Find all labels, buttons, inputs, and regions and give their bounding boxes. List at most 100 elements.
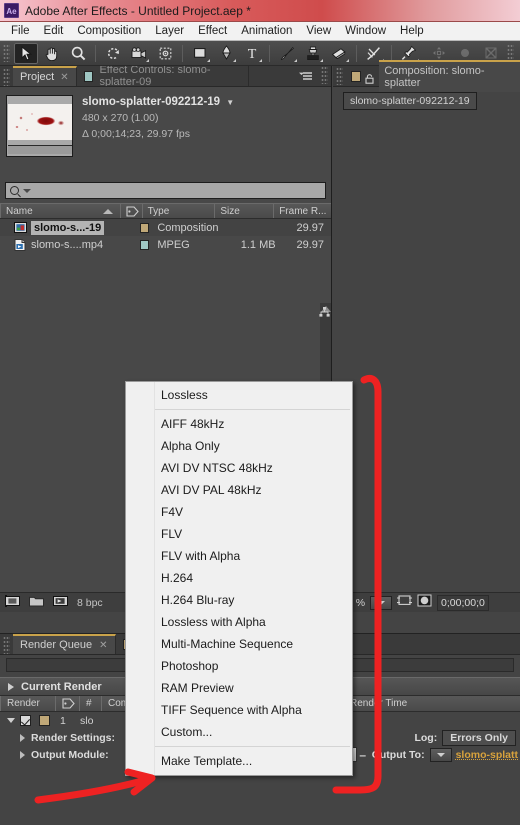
comp-flowchart-icon[interactable] (319, 305, 330, 317)
search-input[interactable] (5, 182, 326, 199)
column-name[interactable]: Name (0, 204, 120, 218)
menu-item-alpha-only[interactable]: Alpha Only (126, 435, 352, 457)
disclosure-triangle-icon[interactable] (8, 682, 14, 691)
output-module-template-menu[interactable]: Lossless AIFF 48kHz Alpha Only AVI DV NT… (125, 381, 353, 776)
chevron-down-icon[interactable]: ▼ (226, 98, 234, 107)
render-checkbox[interactable] (20, 715, 31, 726)
rotation-tool[interactable] (101, 43, 125, 64)
menu-separator (155, 746, 350, 747)
new-composition-icon[interactable] (5, 594, 20, 612)
output-to-path-link[interactable]: slomo-splatt (456, 749, 518, 761)
row-type: MPEG (157, 238, 190, 251)
column-render[interactable]: Render (0, 696, 55, 711)
menu-animation[interactable]: Animation (234, 23, 299, 39)
tool-expand-corner-icon (320, 58, 323, 62)
close-icon[interactable]: ✕ (60, 72, 68, 83)
panel-menu-icon[interactable] (297, 66, 318, 86)
toolbar-separator (95, 44, 96, 62)
tab-render-queue[interactable]: Render Queue ✕ (13, 634, 116, 654)
remove-output-module-button[interactable]: – (357, 747, 369, 762)
eraser-tool[interactable] (327, 43, 351, 64)
menu-item-f4v[interactable]: F4V (126, 501, 352, 523)
type-tool[interactable]: T (240, 43, 264, 64)
panel-grip-icon[interactable] (321, 66, 328, 84)
menu-item-tiff-sequence-with-alpha[interactable]: TIFF Sequence with Alpha (126, 699, 352, 721)
label-color-swatch[interactable] (139, 239, 150, 250)
column-type[interactable]: Type (141, 204, 215, 218)
window-title-bar: Ae Adobe After Effects - Untitled Projec… (0, 0, 520, 22)
selection-tool[interactable] (14, 42, 38, 64)
menu-item-ram-preview[interactable]: RAM Preview (126, 677, 352, 699)
camera-tool[interactable] (127, 43, 151, 64)
column-label-swatch[interactable] (119, 204, 142, 218)
column-frame-rate[interactable]: Frame R... (273, 204, 331, 218)
brush-tool[interactable] (275, 43, 299, 64)
column-index[interactable]: # (79, 696, 101, 711)
menu-help[interactable]: Help (393, 23, 431, 39)
zoom-tool[interactable] (66, 43, 90, 64)
composition-panel: Composition: slomo-splatter slomo-splatt… (333, 60, 520, 612)
menu-layer[interactable]: Layer (148, 23, 191, 39)
menu-item-lossless-with-alpha[interactable]: Lossless with Alpha (126, 611, 352, 633)
panel-grip-icon[interactable] (3, 44, 10, 62)
table-row[interactable]: slomo-s...-19 Composition 29.97 (0, 219, 331, 236)
toggle-mask-icon[interactable] (417, 594, 432, 612)
menu-item-lossless[interactable]: Lossless (126, 384, 352, 406)
panel-grip-icon[interactable] (3, 68, 10, 86)
column-label-swatch[interactable] (55, 696, 79, 711)
pan-behind-tool[interactable] (153, 43, 177, 64)
composition-name[interactable]: slomo-splatter-092212-19 (343, 92, 477, 110)
lock-icon[interactable] (365, 71, 374, 84)
menu-item-aiff-48khz[interactable]: AIFF 48kHz (126, 413, 352, 435)
menu-edit[interactable]: Edit (37, 23, 71, 39)
menu-bar: File Edit Composition Layer Effect Anima… (0, 22, 520, 41)
menu-effect[interactable]: Effect (191, 23, 234, 39)
column-render-time[interactable]: Render Time (343, 696, 520, 711)
row-frame-rate: 29.97 (296, 238, 324, 251)
table-row[interactable]: slomo-s....mp4 MPEG 1.1 MB 29.97 (0, 236, 331, 253)
menu-item-h264[interactable]: H.264 (126, 567, 352, 589)
menu-item-custom[interactable]: Custom... (126, 721, 352, 743)
menu-item-h264-bluray[interactable]: H.264 Blu-ray (126, 589, 352, 611)
disclosure-triangle-icon[interactable] (20, 750, 25, 759)
label-color-swatch[interactable] (139, 222, 150, 233)
menu-item-multi-machine-sequence[interactable]: Multi-Machine Sequence (126, 633, 352, 655)
disclosure-triangle-icon[interactable] (7, 718, 15, 723)
current-timecode[interactable]: 0;00;00;0 (437, 594, 489, 611)
menu-item-avi-dv-ntsc-48khz[interactable]: AVI DV NTSC 48kHz (126, 457, 352, 479)
zoom-dropdown-button[interactable] (370, 595, 393, 610)
bit-depth-label[interactable]: 8 bpc (77, 597, 103, 609)
tab-composition-label[interactable]: Composition: slomo-splatter (379, 60, 520, 92)
tab-effect-controls-label: Effect Controls: slomo-splatter-09 (99, 66, 211, 86)
clone-stamp-tool[interactable] (301, 43, 325, 64)
tab-project[interactable]: Project ✕ (13, 66, 77, 86)
zoom-unit-label: % (355, 596, 366, 609)
menu-item-make-template[interactable]: Make Template... (126, 750, 352, 772)
chevron-down-icon[interactable] (23, 188, 31, 193)
menu-window[interactable]: Window (338, 23, 393, 39)
output-to-dropdown-button[interactable] (429, 747, 452, 762)
hand-tool[interactable] (40, 43, 64, 64)
menu-item-avi-dv-pal-48khz[interactable]: AVI DV PAL 48kHz (126, 479, 352, 501)
menu-view[interactable]: View (299, 23, 338, 39)
shape-tool[interactable] (188, 43, 212, 64)
label-color-swatch[interactable] (39, 715, 50, 726)
selected-item-dimensions: 480 x 270 (1.00) (82, 112, 159, 124)
new-folder-icon[interactable] (29, 594, 44, 612)
log-select[interactable]: Errors Only (442, 729, 516, 746)
menu-composition[interactable]: Composition (70, 23, 148, 39)
panel-grip-icon[interactable] (3, 636, 10, 654)
column-size[interactable]: Size (214, 204, 273, 218)
pen-tool[interactable] (214, 43, 238, 64)
new-footage-icon[interactable] (53, 594, 68, 612)
menu-file[interactable]: File (4, 23, 37, 39)
panel-grip-icon[interactable] (336, 67, 343, 85)
region-of-interest-icon[interactable] (397, 594, 413, 612)
menu-item-photoshop[interactable]: Photoshop (126, 655, 352, 677)
tab-project-label: Project (20, 71, 55, 83)
menu-item-flv-with-alpha[interactable]: FLV with Alpha (126, 545, 352, 567)
close-icon[interactable]: ✕ (99, 640, 107, 651)
tab-effect-controls[interactable]: Effect Controls: slomo-splatter-09 (76, 66, 249, 86)
menu-item-flv[interactable]: FLV (126, 523, 352, 545)
disclosure-triangle-icon[interactable] (20, 733, 25, 742)
